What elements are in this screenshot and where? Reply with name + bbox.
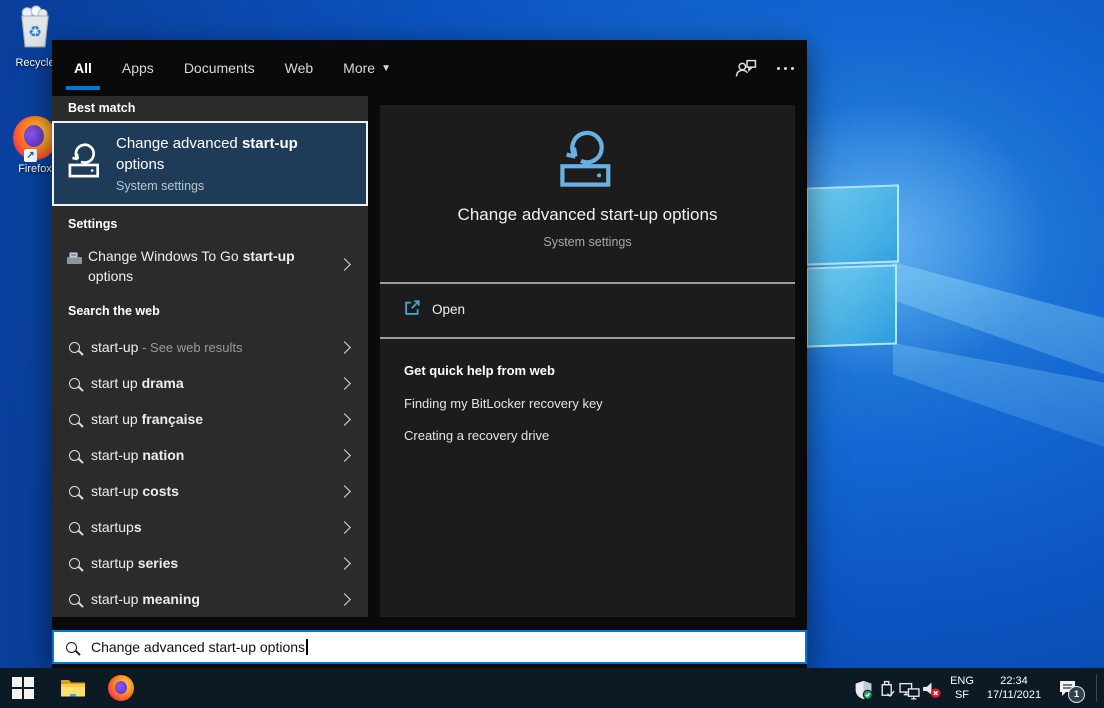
show-desktop-divider[interactable]: [1096, 674, 1097, 702]
web-suggestion-text: start-up - See web results: [91, 337, 243, 358]
windows-logo-pane: [806, 264, 897, 347]
chevron-right-icon: [338, 521, 351, 534]
chevron-down-icon: ▼: [381, 63, 391, 74]
volume-muted-icon: [921, 680, 942, 700]
search-results-pane: Best match Change advanced start-up opti…: [52, 96, 368, 617]
clock-time: 22:34: [982, 674, 1046, 688]
language-line2: SF: [944, 688, 980, 702]
network-icon: [899, 682, 920, 700]
web-suggestion-row[interactable]: start up drama: [52, 365, 368, 401]
file-explorer-icon: [60, 677, 86, 699]
start-button[interactable]: [10, 675, 36, 701]
text-cursor: [306, 639, 308, 655]
shortcut-arrow-icon: ↗: [24, 149, 37, 162]
open-label: Open: [432, 302, 465, 317]
tab-web[interactable]: Web: [283, 40, 316, 96]
search-icon: [69, 594, 80, 605]
firefox-icon: [108, 675, 134, 701]
best-match-subtitle: System settings: [116, 179, 204, 193]
search-icon: [69, 378, 80, 389]
taskbar-firefox[interactable]: [108, 675, 134, 701]
web-suggestion-row[interactable]: start-up costs: [52, 473, 368, 509]
search-icon: [69, 414, 80, 425]
usb-safely-remove-icon: [879, 680, 896, 700]
preview-title: Change advanced start-up options: [380, 205, 795, 225]
open-external-icon: [403, 299, 421, 317]
web-suggestion-text: start-up costs: [91, 481, 179, 502]
tray-language-indicator[interactable]: ENG SF: [944, 674, 980, 702]
best-match-header: Best match: [68, 101, 135, 115]
web-suggestion-row[interactable]: start-up meaning: [52, 581, 368, 617]
firefox-icon-core: [24, 125, 44, 147]
web-suggestion-text: start-up nation: [91, 445, 184, 466]
language-line1: ENG: [944, 674, 980, 688]
chevron-right-icon: [338, 449, 351, 462]
clock-date: 17/11/2021: [982, 688, 1046, 702]
windows-start-icon: [12, 677, 34, 699]
best-match-title: Change advanced start-up options: [116, 133, 344, 175]
chevron-right-icon: [338, 593, 351, 606]
tray-clock[interactable]: 22:34 17/11/2021: [982, 674, 1046, 702]
search-the-web-header: Search the web: [68, 304, 160, 318]
web-suggestion-row[interactable]: start-up - See web results: [52, 329, 368, 365]
search-tab-bar: All Apps Documents Web More▼: [52, 40, 807, 96]
chevron-right-icon: [338, 485, 351, 498]
open-command[interactable]: Open: [380, 291, 795, 329]
taskbar-search-input[interactable]: Change advanced start-up options: [52, 630, 807, 664]
web-suggestion-text: startup series: [91, 553, 178, 574]
divider: [380, 282, 795, 284]
taskbar: ENG SF 22:34 17/11/2021 1: [0, 668, 1104, 708]
chevron-right-icon: [338, 557, 351, 570]
result-preview-pane: Change advanced start-up options System …: [380, 105, 795, 617]
settings-header: Settings: [68, 217, 117, 231]
web-suggestion-row[interactable]: startups: [52, 509, 368, 545]
windows-to-go-icon: [66, 250, 84, 266]
web-suggestion-text: start up drama: [91, 373, 184, 394]
search-icon: [69, 522, 80, 533]
tab-apps[interactable]: Apps: [120, 40, 156, 96]
taskbar-file-explorer[interactable]: [60, 675, 86, 701]
chevron-right-icon: [338, 258, 351, 271]
chevron-right-icon: [338, 341, 351, 354]
svg-text:♻: ♻: [28, 24, 42, 41]
search-icon: [69, 558, 80, 569]
web-suggestion-text: start up française: [91, 409, 203, 430]
firefox-icon-core: [115, 681, 127, 694]
web-suggestion-text: start-up meaning: [91, 589, 200, 610]
tab-more[interactable]: More▼: [341, 40, 393, 96]
best-match-result[interactable]: Change advanced start-up options System …: [52, 121, 368, 206]
web-suggestion-text: startups: [91, 517, 142, 538]
firefox-icon: ↗: [13, 116, 57, 160]
search-icon: [69, 342, 80, 353]
tray-volume[interactable]: [918, 677, 944, 703]
web-suggestion-row[interactable]: startup series: [52, 545, 368, 581]
quick-help-header: Get quick help from web: [404, 363, 555, 378]
divider: [380, 337, 795, 339]
chevron-right-icon: [338, 377, 351, 390]
web-suggestion-row[interactable]: start up française: [52, 401, 368, 437]
windows-logo-pane: [806, 184, 899, 265]
security-shield-icon: [854, 680, 873, 700]
more-options-icon[interactable]: [784, 67, 787, 70]
search-input-value: Change advanced start-up options: [91, 639, 305, 655]
chevron-right-icon: [338, 413, 351, 426]
feedback-person-icon[interactable]: [734, 58, 758, 79]
advanced-startup-icon: [556, 125, 622, 191]
preview-subtitle: System settings: [380, 235, 795, 249]
tab-documents[interactable]: Documents: [182, 40, 257, 96]
tab-all[interactable]: All: [72, 40, 94, 96]
settings-result-title: Change Windows To Go start-up options: [88, 246, 323, 286]
settings-result-windows-to-go[interactable]: Change Windows To Go start-up options: [52, 236, 368, 298]
search-icon: [69, 486, 80, 497]
tray-security[interactable]: [850, 677, 876, 703]
web-suggestion-row[interactable]: start-up nation: [52, 437, 368, 473]
advanced-startup-icon: [66, 140, 106, 180]
help-link-bitlocker[interactable]: Finding my BitLocker recovery key: [404, 396, 603, 411]
notification-badge: 1: [1068, 686, 1085, 703]
search-icon: [69, 450, 80, 461]
search-flyout-window: All Apps Documents Web More▼ Best match: [52, 40, 807, 668]
search-icon: [66, 642, 77, 653]
recycle-bin-icon: ♻: [15, 5, 55, 49]
help-link-recovery-drive[interactable]: Creating a recovery drive: [404, 428, 549, 443]
